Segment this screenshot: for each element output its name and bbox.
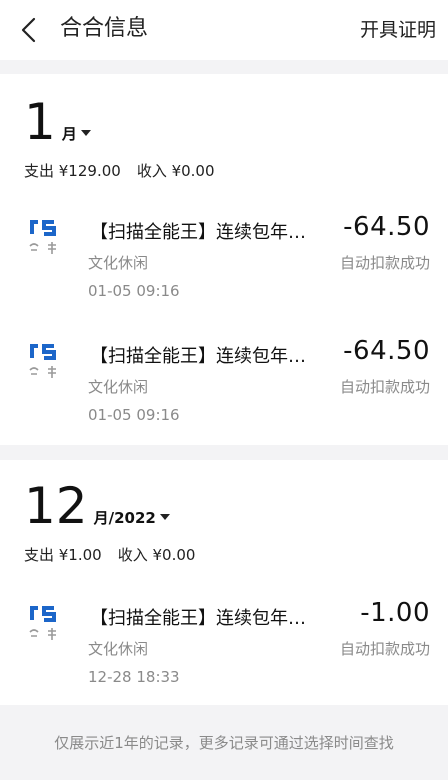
page-title: 合合信息 <box>60 16 149 41</box>
expense-total: 支出 ¥129.00 <box>24 162 121 180</box>
income-total: 收入 ¥0.00 <box>136 162 215 180</box>
month-number: 12 <box>24 477 88 535</box>
footer-note: 仅展示近1年的记录，更多记录可通过选择时间查找 <box>54 734 394 752</box>
transaction-item[interactable]: 【扫描全能王】连续包年… 文化休闲 01-05 09:16 -64.50 自动扣… <box>0 334 448 444</box>
top-bar: 合合信息 开具证明 <box>0 0 448 60</box>
transaction-category: 文化休闲 <box>88 254 149 272</box>
month-section-december-2022: 12 月/2022 支出 ¥1.00 收入 ¥0.00 【扫描全能王】连续包年… … <box>0 460 448 705</box>
month-summary: 支出 ¥1.00 收入 ¥0.00 <box>24 544 195 565</box>
transaction-name: 【扫描全能王】连续包年… <box>90 608 306 629</box>
transaction-item[interactable]: 【扫描全能王】连续包年… 文化休闲 01-05 09:16 -64.50 自动扣… <box>0 210 448 320</box>
transaction-time: 01-05 09:16 <box>88 282 180 300</box>
camscanner-logo-icon <box>29 220 56 254</box>
camscanner-logo-icon <box>29 344 56 378</box>
transaction-category: 文化休闲 <box>88 640 149 658</box>
caret-down-icon <box>80 130 91 136</box>
camscanner-logo-icon <box>29 606 56 640</box>
transaction-item[interactable]: 【扫描全能王】连续包年… 文化休闲 12-28 18:33 -1.00 自动扣款… <box>0 596 448 706</box>
month-selector[interactable]: 1 月 <box>24 94 91 150</box>
issue-certificate-button[interactable]: 开具证明 <box>360 16 436 44</box>
transaction-amount: -64.50 <box>343 336 430 366</box>
transaction-status: 自动扣款成功 <box>339 254 430 272</box>
back-arrow-icon[interactable] <box>18 16 42 44</box>
transaction-status: 自动扣款成功 <box>339 378 430 396</box>
transaction-time: 12-28 18:33 <box>88 668 180 686</box>
month-suffix: 月 <box>61 125 77 143</box>
month-section-january: 1 月 支出 ¥129.00 收入 ¥0.00 【扫描全能王】连续包年… 文化休闲… <box>0 74 448 445</box>
transaction-category: 文化休闲 <box>88 378 149 396</box>
expense-total: 支出 ¥1.00 <box>24 546 102 564</box>
income-total: 收入 ¥0.00 <box>117 546 196 564</box>
transaction-name: 【扫描全能王】连续包年… <box>90 346 306 367</box>
transaction-name: 【扫描全能王】连续包年… <box>90 222 306 243</box>
month-summary: 支出 ¥129.00 收入 ¥0.00 <box>24 160 215 181</box>
month-selector[interactable]: 12 月/2022 <box>24 478 170 534</box>
transaction-amount: -64.50 <box>343 212 430 242</box>
month-suffix: 月/2022 <box>93 509 156 527</box>
transaction-amount: -1.00 <box>360 598 430 628</box>
month-number: 1 <box>24 93 56 151</box>
transaction-time: 01-05 09:16 <box>88 406 180 424</box>
transaction-status: 自动扣款成功 <box>339 640 430 658</box>
caret-down-icon <box>159 514 170 520</box>
